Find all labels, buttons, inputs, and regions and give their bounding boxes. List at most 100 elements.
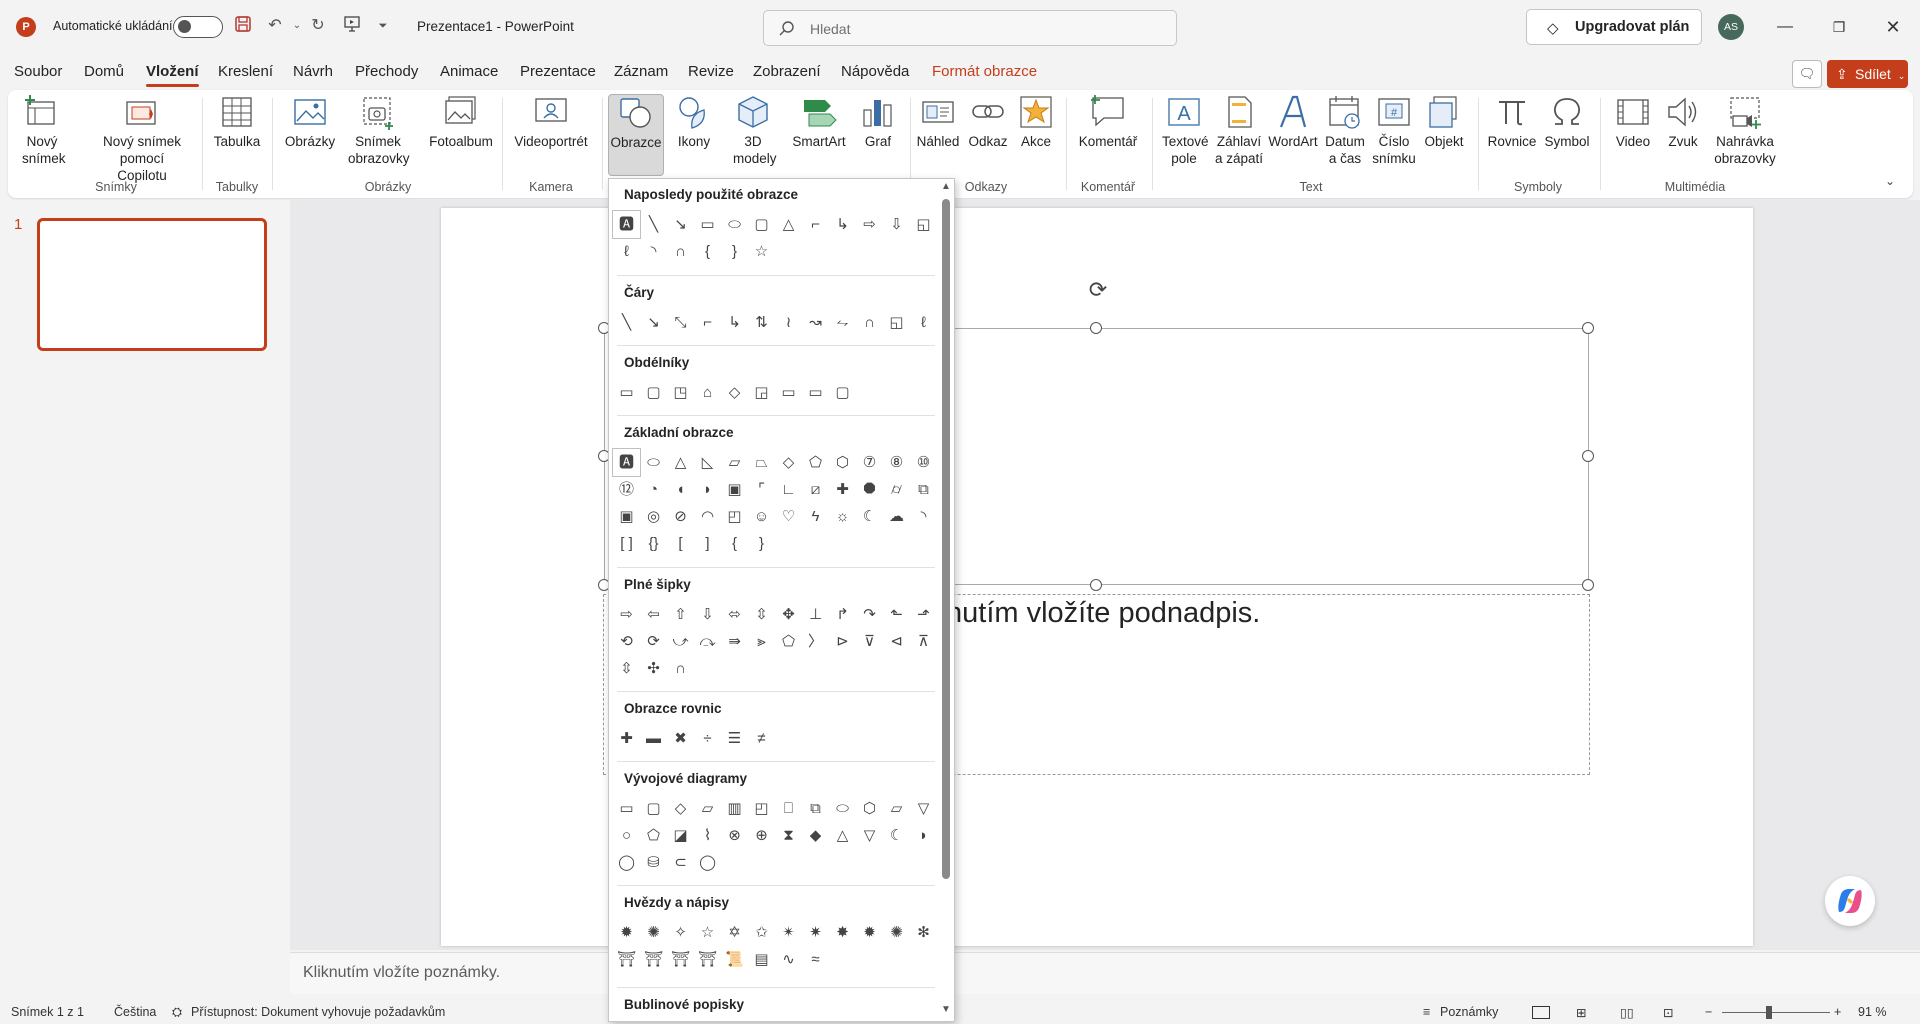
heart-shape-icon[interactable]: ♡ xyxy=(775,503,802,530)
teardrop-shape-icon[interactable]: ◗ xyxy=(694,476,721,503)
snip-round-rect-shape-icon[interactable]: ◲ xyxy=(748,379,775,406)
down-arrow-callout-shape-icon[interactable]: ⊽ xyxy=(856,628,883,655)
accessibility-icon[interactable]: ⛭ xyxy=(172,1005,182,1020)
rounded-rect-shape-icon[interactable]: ▢ xyxy=(748,211,775,238)
avatar[interactable]: AS xyxy=(1718,14,1744,40)
tab-insert[interactable]: Vložení xyxy=(146,63,199,87)
date-time-button[interactable]: Datum a čas xyxy=(1322,94,1368,176)
quad-arrow-callout-shape-icon[interactable]: ✣ xyxy=(640,655,667,682)
cloud-shape-icon[interactable]: ☁ xyxy=(883,503,910,530)
tab-animations[interactable]: Animace xyxy=(440,63,498,80)
photo-album-button[interactable]: Fotoalbum xyxy=(426,94,496,176)
right-triangle-shape-icon[interactable]: ◺ xyxy=(694,449,721,476)
elbow-connector-shape-icon[interactable]: ⌐ xyxy=(694,309,721,336)
left-arrow-shape-icon[interactable]: ⇦ xyxy=(640,601,667,628)
curved-ribbon-down-shape-icon[interactable]: ⛩ xyxy=(694,946,721,973)
language-indicator[interactable]: Čeština xyxy=(114,1005,156,1019)
scribble-shape-icon[interactable]: ℓ xyxy=(910,309,937,336)
left-up-arrow-shape-icon[interactable]: ⬑ xyxy=(883,601,910,628)
textbox-shape-icon[interactable]: 🅰 xyxy=(612,210,641,239)
oval-shape-icon[interactable]: ⬭ xyxy=(721,211,748,238)
left-right-arrow-callout-shape-icon[interactable]: ⇳ xyxy=(613,655,640,682)
curved-right-arrow-shape-icon[interactable]: ⟲ xyxy=(613,628,640,655)
flowchart-internal-storage-icon[interactable]: ◰ xyxy=(748,795,775,822)
round-diagonal-rect-shape-icon[interactable]: ▢ xyxy=(829,379,856,406)
ribbon-down-shape-icon[interactable]: ⛩ xyxy=(640,946,667,973)
double-bracket-shape-icon[interactable]: [ ] xyxy=(613,530,640,557)
rounded-rect-shape-icon[interactable]: ▢ xyxy=(640,379,667,406)
left-brace-shape-icon[interactable]: { xyxy=(721,530,748,557)
scroll-down-icon[interactable]: ▼ xyxy=(941,1004,951,1015)
horizontal-scroll-shape-icon[interactable]: ▤ xyxy=(748,946,775,973)
video-button[interactable]: Video xyxy=(1608,94,1658,176)
flowchart-or-icon[interactable]: ⊕ xyxy=(748,822,775,849)
right-brace-shape-icon[interactable]: } xyxy=(748,530,775,557)
right-arrow-shape-icon[interactable]: ⇨ xyxy=(613,601,640,628)
notes-toggle[interactable]: Poznámky xyxy=(1440,1005,1498,1019)
new-slide-button[interactable]: Nový snímek xyxy=(16,94,68,176)
images-button[interactable]: Obrázky xyxy=(280,94,340,176)
arrow-line-shape-icon[interactable]: ↘ xyxy=(667,211,694,238)
presentation-start-icon[interactable] xyxy=(341,15,363,37)
zoom-level[interactable]: 91 % xyxy=(1858,1005,1887,1019)
equation-button[interactable]: Rovnice xyxy=(1484,94,1540,176)
flowchart-stored-data-icon[interactable]: ☾ xyxy=(883,822,910,849)
comment-button[interactable]: Komentář xyxy=(1072,94,1144,176)
scroll-up-icon[interactable]: ▲ xyxy=(941,181,951,192)
tab-slideshow[interactable]: Prezentace xyxy=(520,63,596,80)
tab-design[interactable]: Návrh xyxy=(293,63,333,80)
up-arrow-callout-shape-icon[interactable]: ⊼ xyxy=(910,628,937,655)
chart-button[interactable]: Graf xyxy=(856,94,900,176)
freeform-shape-icon[interactable]: ◱ xyxy=(883,309,910,336)
collapse-ribbon-icon[interactable]: ⌄ xyxy=(1885,174,1901,190)
normal-view-icon[interactable] xyxy=(1532,1006,1550,1019)
round-corner-rect-shape-icon[interactable]: ▭ xyxy=(775,379,802,406)
octagon-shape-icon[interactable]: ⑧ xyxy=(883,449,910,476)
equal-shape-icon[interactable]: ☰ xyxy=(721,725,748,752)
tab-transitions[interactable]: Přechody xyxy=(355,63,418,80)
curved-down-arrow-shape-icon[interactable]: ⤼ xyxy=(694,628,721,655)
notes-icon[interactable]: ≡ xyxy=(1423,1005,1430,1019)
link-button[interactable]: Odkaz xyxy=(964,94,1012,176)
smiley-face-shape-icon[interactable]: ☺ xyxy=(748,503,775,530)
snip-same-side-rect-shape-icon[interactable]: ⌂ xyxy=(694,379,721,406)
scrollbar-thumb[interactable] xyxy=(942,199,950,879)
folded-corner-shape-icon[interactable]: ◰ xyxy=(721,503,748,530)
10-point-star-shape-icon[interactable]: ✷ xyxy=(802,919,829,946)
12-point-star-shape-icon[interactable]: ✸ xyxy=(829,919,856,946)
flowchart-merge-icon[interactable]: ▽ xyxy=(856,822,883,849)
tab-review[interactable]: Revize xyxy=(688,63,734,80)
block-arc-shape-icon[interactable]: ◠ xyxy=(694,503,721,530)
reading-view-icon[interactable]: ▯▯ xyxy=(1620,1005,1634,1020)
triangle-shape-icon[interactable]: △ xyxy=(667,449,694,476)
left-bracket-shape-icon[interactable]: [ xyxy=(667,530,694,557)
rectangle-shape-icon[interactable]: ▭ xyxy=(694,211,721,238)
flowchart-terminator-icon[interactable]: ⬭ xyxy=(829,795,856,822)
curved-connector-shape-icon[interactable]: ≀ xyxy=(775,309,802,336)
cube-shape-icon[interactable]: ⧉ xyxy=(910,476,937,503)
half-frame-shape-icon[interactable]: ⌜ xyxy=(748,476,775,503)
3d-models-button[interactable]: 3D modely xyxy=(722,94,784,176)
zoom-slider[interactable] xyxy=(1722,1012,1830,1013)
striped-right-arrow-shape-icon[interactable]: ⇛ xyxy=(721,628,748,655)
vertical-scroll-shape-icon[interactable]: 📜 xyxy=(721,946,748,973)
notes-pane[interactable]: Kliknutím vložíte poznámky. xyxy=(290,952,1920,994)
plaque-shape-icon[interactable]: ⯃ xyxy=(856,476,883,503)
16-point-star-shape-icon[interactable]: ✹ xyxy=(856,919,883,946)
up-down-arrow-shape-icon[interactable]: ⇳ xyxy=(748,601,775,628)
comments-button[interactable]: 🗨 xyxy=(1792,60,1822,88)
flowchart-connector-icon[interactable]: ○ xyxy=(613,822,640,849)
elbow-arrow-shape-icon[interactable]: ↳ xyxy=(721,309,748,336)
double-arrow-line-shape-icon[interactable]: ⤡ xyxy=(667,309,694,336)
line-shape-icon[interactable]: ╲ xyxy=(640,211,667,238)
left-brace-shape-icon[interactable]: { xyxy=(694,238,721,265)
pentagon-shape-icon[interactable]: ⬠ xyxy=(802,449,829,476)
resize-handle[interactable] xyxy=(1582,450,1594,462)
bent-up-arrow-shape-icon[interactable]: ⬏ xyxy=(910,601,937,628)
shapes-button[interactable]: Obrazce xyxy=(608,94,664,176)
flowchart-extract-icon[interactable]: △ xyxy=(829,822,856,849)
triangle-shape-icon[interactable]: △ xyxy=(775,211,802,238)
undo-icon[interactable]: ↶ xyxy=(264,15,286,37)
minus-shape-icon[interactable]: ▬ xyxy=(640,725,667,752)
accessibility-status[interactable]: Přístupnost: Dokument vyhovuje požadavků… xyxy=(191,1005,445,1019)
